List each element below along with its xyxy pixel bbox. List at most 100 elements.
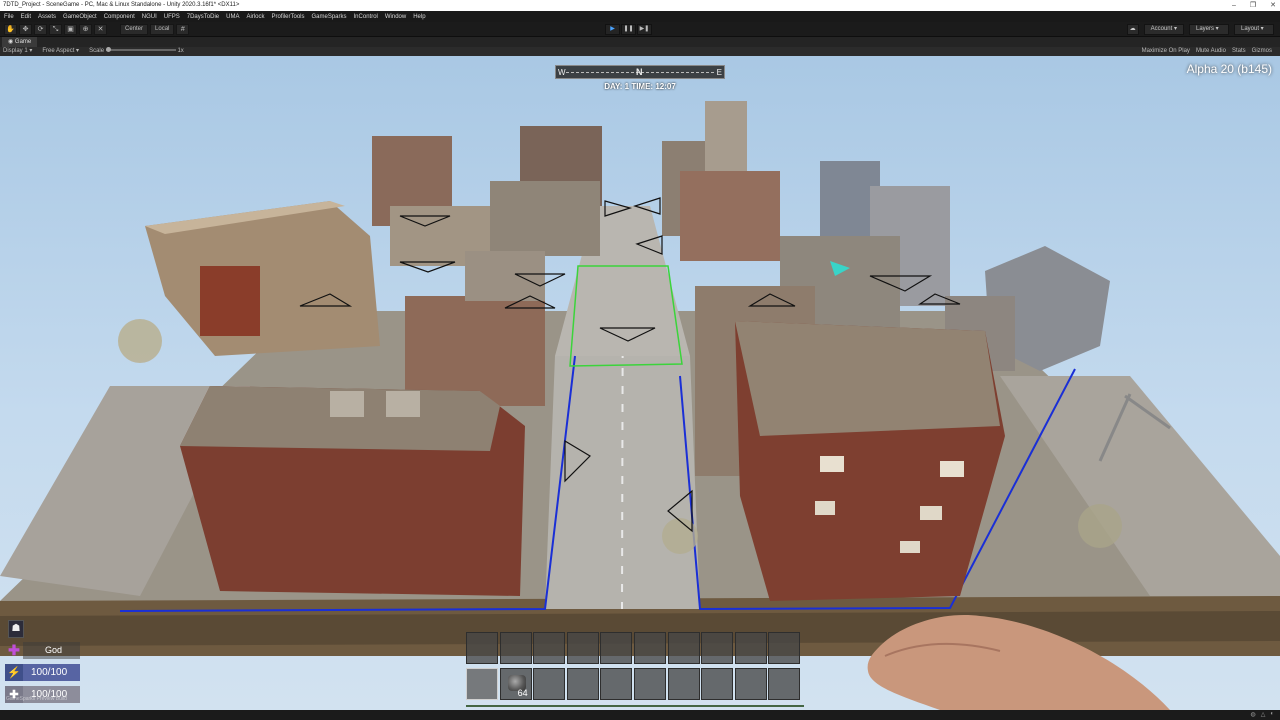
menu-uma[interactable]: UMA <box>226 14 239 20</box>
toolbelt-slot[interactable] <box>768 632 801 664</box>
warning-icon[interactable]: △ <box>1261 711 1266 718</box>
window-c <box>815 501 835 515</box>
grid-icon[interactable]: # <box>176 24 190 35</box>
building-mid-1 <box>490 181 600 256</box>
game-tab-strip: ◉ Game <box>0 37 1280 47</box>
pivot-tools: Center Local # <box>120 24 190 35</box>
fire-escape <box>200 266 260 336</box>
toolbelt-slot[interactable] <box>634 632 666 664</box>
menu-ufps[interactable]: UFPS <box>164 14 180 20</box>
toolbelt-slot[interactable] <box>600 632 633 664</box>
toolbelt-slot[interactable] <box>566 632 599 664</box>
progress-icon[interactable]: ◍ <box>1251 711 1256 718</box>
pivot-center-button[interactable]: Center <box>120 24 149 35</box>
stamina-value: 100/100 <box>23 664 80 681</box>
window-controls: – ❐ ✕ <box>1232 0 1276 11</box>
ac-unit-2 <box>386 391 420 417</box>
maximize-button[interactable]: ❐ <box>1250 0 1256 11</box>
stats-toggle[interactable]: Stats <box>1232 47 1246 56</box>
close-button[interactable]: ✕ <box>1270 0 1276 11</box>
toolbelt-slot[interactable] <box>734 632 767 664</box>
toolbelt-slot[interactable] <box>701 668 734 700</box>
title-bar: 7DTD_Project - SceneGame - PC, Mac & Lin… <box>0 0 1280 11</box>
tree-right <box>1078 504 1122 548</box>
account-dropdown[interactable]: Account ▾ <box>1143 24 1184 35</box>
toolbelt-xp-bar <box>466 705 804 707</box>
menu-airlock[interactable]: Airlock <box>246 14 264 20</box>
toolbelt-slot[interactable] <box>600 668 633 700</box>
day-time-label: DAY: 1 TIME: 12:07 <box>604 82 676 91</box>
toolbelt-slot[interactable]: 64 <box>499 668 532 700</box>
toolbelt-slot[interactable] <box>634 668 666 700</box>
menu-gameobject[interactable]: GameObject <box>63 14 97 20</box>
toolbelt-slot[interactable] <box>701 632 734 664</box>
menu-component[interactable]: Component <box>104 14 135 20</box>
gizmos-dropdown[interactable]: Gizmos <box>1252 47 1272 56</box>
debug-icon[interactable]: ◐ <box>1270 711 1274 718</box>
stamina-bar: ⚡ 100/100 <box>5 664 80 681</box>
unity-editor-window: 7DTD_Project - SceneGame - PC, Mac & Lin… <box>0 0 1280 720</box>
item-quantity: 64 <box>517 688 528 698</box>
tab-game[interactable]: ◉ Game <box>2 37 38 47</box>
window-d <box>920 506 942 520</box>
toolbelt-slot[interactable] <box>533 668 566 700</box>
toolbelt-slot[interactable] <box>667 632 700 664</box>
toolbelt-slot[interactable] <box>768 668 801 700</box>
aspect-dropdown[interactable]: Free Aspect ▾ <box>42 47 79 56</box>
toolbelt-slot[interactable] <box>466 668 498 700</box>
scale-slider[interactable]: Scale 1x <box>89 47 184 56</box>
toolbelt-slot[interactable] <box>466 632 498 664</box>
scale-tool-button[interactable]: ⤡ <box>49 24 62 35</box>
play-controls: ▶ ❚❚ ▶❚ <box>605 24 652 35</box>
play-button[interactable]: ▶ <box>605 24 620 35</box>
toolbelt-slot[interactable] <box>734 668 767 700</box>
menu-ngui[interactable]: NGUI <box>142 14 157 20</box>
minimize-button[interactable]: – <box>1232 0 1236 11</box>
move-tool-button[interactable]: ✥ <box>19 24 32 35</box>
stamina-icon: ⚡ <box>5 664 23 681</box>
cloud-icon[interactable]: ☁ <box>1126 24 1139 35</box>
dead-tree-left <box>118 319 162 363</box>
window-e <box>900 541 920 553</box>
game-view-bar: Display 1 ▾ Free Aspect ▾ Scale 1x Maxim… <box>0 47 1280 56</box>
mute-audio-toggle[interactable]: Mute Audio <box>1196 47 1226 56</box>
menu-file[interactable]: File <box>4 14 14 20</box>
menu-gamesparks[interactable]: GameSparks <box>312 14 347 20</box>
toolbelt-slot[interactable] <box>533 632 566 664</box>
rotate-tool-button[interactable]: ⟳ <box>34 24 47 35</box>
custom-tool-button[interactable]: ✕ <box>94 24 107 35</box>
maximize-on-play-toggle[interactable]: Maximize On Play <box>1142 47 1190 56</box>
status-bar: ◍ △ ◐ <box>0 710 1280 720</box>
menu-assets[interactable]: Assets <box>38 14 56 20</box>
hand-tool-button[interactable]: ✋ <box>4 24 17 35</box>
menu-edit[interactable]: Edit <box>21 14 31 20</box>
layers-dropdown[interactable]: Layers ▾ <box>1189 24 1229 35</box>
pause-button[interactable]: ❚❚ <box>621 24 636 35</box>
menu-window[interactable]: Window <box>385 14 406 20</box>
toolbelt-slot[interactable] <box>667 668 700 700</box>
brick-building-front-right-roof <box>735 321 1000 436</box>
menu-profilertools[interactable]: ProfilerTools <box>271 14 304 20</box>
right-toolbar: ☁ Account ▾ Layers ▾ Layout ▾ <box>1126 24 1274 35</box>
pivot-local-button[interactable]: Local <box>150 24 175 35</box>
layout-dropdown[interactable]: Layout ▾ <box>1234 24 1274 35</box>
scale-track[interactable] <box>105 47 176 53</box>
display-dropdown[interactable]: Display 1 ▾ <box>3 47 32 56</box>
menu-incontrol[interactable]: InControl <box>354 14 378 20</box>
toolbelt-slot[interactable] <box>499 632 532 664</box>
player-level-icon: ☗ <box>8 620 24 638</box>
transform-tool-button[interactable]: ⊕ <box>79 24 92 35</box>
toolbelt-slot[interactable] <box>566 668 599 700</box>
window-b <box>940 461 964 477</box>
watermark: GameSparks Preview Build <box>6 696 67 702</box>
menu-7daystodie[interactable]: 7DaysToDie <box>187 14 219 20</box>
window-title: 7DTD_Project - SceneGame - PC, Mac & Lin… <box>3 2 240 8</box>
rect-tool-button[interactable]: ▣ <box>64 24 77 35</box>
version-label: Alpha 20 (b145) <box>1186 62 1272 76</box>
step-button[interactable]: ▶❚ <box>637 24 652 35</box>
toolbelt: 64 <box>466 632 804 707</box>
menu-help[interactable]: Help <box>413 14 425 20</box>
editor-toolbar: ✋ ✥ ⟳ ⤡ ▣ ⊕ ✕ Center Local # ▶ ❚❚ ▶❚ ☁ A… <box>0 22 1280 37</box>
game-viewport[interactable]: W N E DAY: 1 TIME: 12:07 Alpha 20 (b145)… <box>0 56 1280 710</box>
building-center-left-upper <box>465 251 545 301</box>
